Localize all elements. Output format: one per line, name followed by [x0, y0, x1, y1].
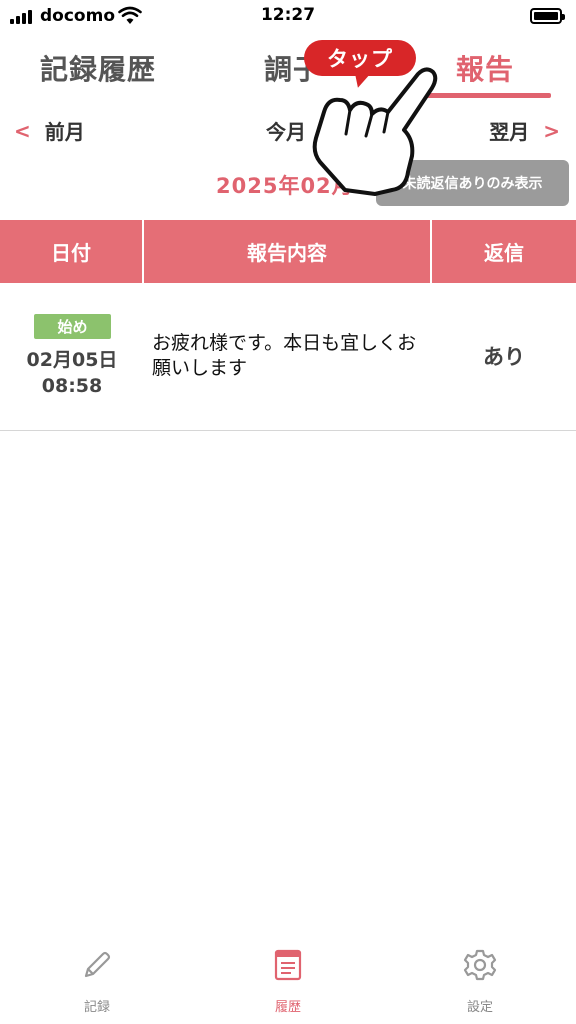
status-bar: docomo 12:27 [0, 0, 576, 34]
top-tabs: 記録履歴 調子 報告 [0, 40, 576, 100]
pencil-icon [84, 951, 111, 978]
status-badge: 始め [34, 314, 111, 339]
nav-label-history: 履歴 [274, 1000, 301, 1015]
nav-label-record: 記録 [83, 1000, 110, 1015]
nav-label-settings: 設定 [466, 1000, 493, 1015]
table-header: 日付 報告内容 返信 [0, 220, 576, 283]
document-icon [274, 949, 302, 981]
column-header-reply: 返信 [484, 241, 524, 265]
prev-month-button[interactable]: < 前月 [14, 116, 85, 145]
battery-icon [530, 8, 565, 24]
row-date-cell: 始め 02月05日 08:58 [0, 283, 144, 431]
row-report-content: お疲れ様です。本日も宜しくお願いします [152, 332, 417, 379]
next-month-button[interactable]: 翌月 > [489, 116, 560, 145]
pointing-hand-icon [312, 67, 438, 196]
row-date: 02月05日 [26, 349, 118, 371]
chevron-right-icon: > [543, 118, 560, 143]
nav-history[interactable]: 履歴 [228, 944, 348, 1024]
gear-icon [463, 949, 497, 981]
row-time: 08:58 [41, 375, 103, 397]
nav-record[interactable]: 記録 [37, 944, 157, 1024]
tab-record-history[interactable]: 記録履歴 [40, 48, 156, 88]
column-header-content: 報告内容 [144, 220, 432, 283]
column-header-date: 日付 [0, 220, 144, 283]
bottom-navigation: 記録 履歴 設定 [0, 944, 576, 1024]
prev-month-label: 前月 [44, 120, 85, 144]
month-navigation: < 前月 今月 翌月 > [0, 112, 576, 148]
chevron-left-icon: < [14, 118, 31, 143]
tab-report[interactable]: 報告 [456, 48, 514, 88]
app-screen: docomo 12:27 記録履歴 調子 報告 < 前月 今月 翌月 > 202… [0, 0, 576, 1024]
table-row[interactable]: 始め 02月05日 08:58 お疲れ様です。本日も宜しくお願いします あり [0, 283, 576, 431]
next-month-label: 翌月 [489, 120, 530, 144]
row-reply-status: あり [483, 345, 525, 369]
status-time: 12:27 [260, 5, 316, 25]
tap-callout: タップ [304, 40, 416, 76]
nav-settings[interactable]: 設定 [420, 944, 540, 1024]
